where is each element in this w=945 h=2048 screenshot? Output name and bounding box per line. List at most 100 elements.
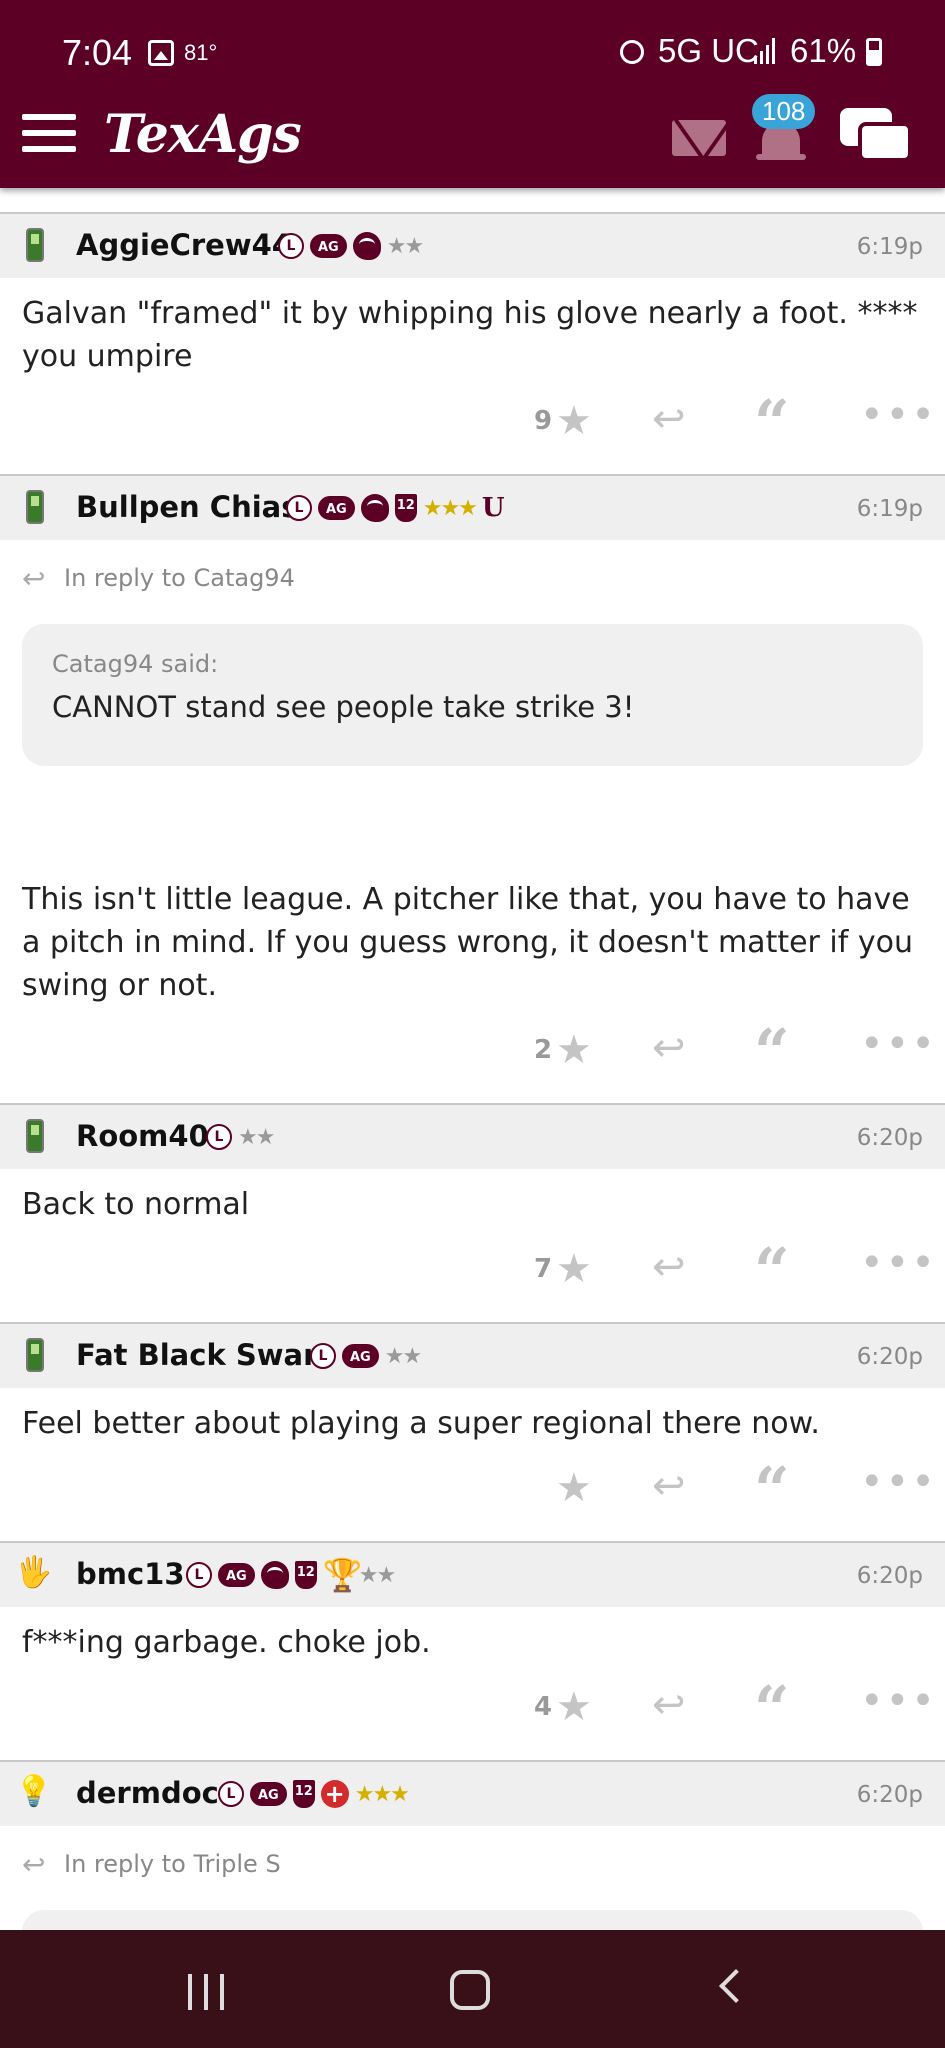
system-nav-bar xyxy=(0,1930,945,2048)
twelfth-man-badge: 12 xyxy=(292,1780,315,1808)
notification-badge[interactable]: 108 xyxy=(752,94,816,129)
more-icon[interactable]: ••• xyxy=(860,1459,937,1505)
quote-icon[interactable]: “ xyxy=(754,1453,790,1526)
ag-badge: AG xyxy=(218,1563,255,1587)
back-icon[interactable] xyxy=(719,1969,753,2003)
username[interactable]: Room40 xyxy=(76,1119,209,1153)
alarm-icon xyxy=(620,40,644,64)
post: Bullpen Chias L AG 12 ★★★ U 6:19p ↩ In r… xyxy=(0,474,945,1103)
reply-arrow-icon: ↩ xyxy=(22,562,46,595)
mail-icon[interactable] xyxy=(672,120,726,156)
quote-icon[interactable]: “ xyxy=(754,1015,790,1088)
rank-stars: ★★ xyxy=(238,1124,275,1150)
post-body: This isn't little league. A pitcher like… xyxy=(22,882,913,1003)
menu-icon[interactable] xyxy=(22,114,76,154)
star-icon[interactable]: ★ xyxy=(556,1027,592,1073)
twelfth-man-badge: 12 xyxy=(294,1561,317,1589)
more-icon[interactable]: ••• xyxy=(860,1678,937,1724)
star-icon[interactable]: ★ xyxy=(556,1465,592,1511)
site-logo[interactable]: TexAgs xyxy=(104,104,302,165)
reply-icon[interactable]: ↩ xyxy=(652,1463,686,1509)
reply-to-link[interactable]: ↩ In reply to Triple S xyxy=(0,1826,945,1900)
lightbulb-icon: 💡 xyxy=(15,1774,53,1809)
mobile-device-icon xyxy=(26,1338,44,1372)
quote-text: CANNOT stand see people take strike 3! xyxy=(52,690,635,724)
more-icon[interactable]: ••• xyxy=(860,1240,937,1286)
reply-to-text[interactable]: In reply to Catag94 xyxy=(64,564,295,592)
star-icon[interactable]: ★ xyxy=(556,398,592,444)
more-icon[interactable]: ••• xyxy=(860,1021,937,1067)
post-feed[interactable]: AggieCrew44 L AG ★★ 6:19p Galvan "framed… xyxy=(0,212,945,1930)
post-actions: ★ ↩ “ ••• xyxy=(0,1445,945,1541)
username[interactable]: dermdoc xyxy=(76,1776,219,1810)
l-badge: L xyxy=(286,495,312,521)
reply-to-text[interactable]: In reply to Triple S xyxy=(64,1850,281,1878)
post-body: Back to normal xyxy=(22,1187,250,1222)
quoted-post: Catag94 said: CANNOT stand see people ta… xyxy=(22,624,923,766)
reply-icon[interactable]: ↩ xyxy=(652,1682,686,1728)
post-header: Room40 L ★★ 6:20p xyxy=(0,1105,945,1169)
ag-badge: AG xyxy=(318,496,355,520)
post-body: Feel better about playing a super region… xyxy=(22,1406,820,1441)
battery-icon xyxy=(866,38,882,66)
more-icon[interactable]: ••• xyxy=(860,392,937,438)
post-header: Bullpen Chias L AG 12 ★★★ U 6:19p xyxy=(0,476,945,540)
username[interactable]: Bullpen Chias xyxy=(76,490,299,524)
post-header: 💡 dermdoc L AG 12 + ★★★ 6:20p xyxy=(0,1762,945,1826)
quoted-post xyxy=(22,1910,923,1930)
user-badges: L AG ★★ xyxy=(310,1340,422,1372)
mobile-device-icon xyxy=(26,490,44,524)
status-battery: 61% xyxy=(790,32,857,69)
post-time: 6:20p xyxy=(856,1344,923,1370)
ag-badge: AG xyxy=(310,234,347,258)
username[interactable]: AggieCrew44 xyxy=(76,228,292,262)
user-badges: L AG 12 🏆 ★★ xyxy=(186,1557,396,1593)
user-badges: L ★★ xyxy=(206,1121,275,1153)
user-badges: L AG 12 ★★★ U xyxy=(286,492,505,524)
star-icon[interactable]: ★ xyxy=(556,1246,592,1292)
reply-to-link[interactable]: ↩ In reply to Catag94 xyxy=(0,540,945,614)
post: 💡 dermdoc L AG 12 + ★★★ 6:20p ↩ In reply… xyxy=(0,1760,945,1930)
helmet-badge-icon xyxy=(360,494,389,522)
rank-stars: ★★★ xyxy=(354,1781,410,1807)
recent-apps-icon[interactable] xyxy=(188,1974,228,2010)
user-avatar-icon: 🖐 xyxy=(15,1555,53,1590)
l-badge: L xyxy=(278,233,304,259)
quote-icon[interactable]: “ xyxy=(754,1234,790,1307)
post-time: 6:19p xyxy=(856,234,923,260)
quote-icon[interactable]: “ xyxy=(754,1672,790,1745)
l-badge: L xyxy=(206,1124,232,1150)
reply-icon[interactable]: ↩ xyxy=(652,396,686,442)
quote-icon[interactable]: “ xyxy=(754,386,790,459)
username[interactable]: bmc13 xyxy=(76,1557,185,1591)
post: 🖐 bmc13 L AG 12 🏆 ★★ 6:20p f***ing garba… xyxy=(0,1541,945,1760)
app-top-bar: 7:04 81° 5G UC 61% TexAgs 108 xyxy=(0,0,945,188)
reply-icon[interactable]: ↩ xyxy=(652,1244,686,1290)
mobile-device-icon xyxy=(26,1119,44,1153)
rank-stars: ★★ xyxy=(386,233,424,259)
helmet-badge-icon xyxy=(260,1561,289,1589)
post-body: f***ing garbage. choke job. xyxy=(22,1625,431,1660)
rank-stars: ★★ xyxy=(358,1562,396,1588)
home-icon[interactable] xyxy=(450,1970,490,2010)
post-header: Fat Black Swan L AG ★★ 6:20p xyxy=(0,1324,945,1388)
chat-icon[interactable] xyxy=(840,108,914,170)
username[interactable]: Fat Black Swan xyxy=(76,1338,324,1372)
rank-stars: ★★★ xyxy=(422,495,478,521)
post-actions: 2 ★ ↩ “ ••• xyxy=(0,1007,945,1103)
mobile-device-icon xyxy=(26,228,44,262)
post-header: AggieCrew44 L AG ★★ 6:19p xyxy=(0,214,945,278)
post-time: 6:19p xyxy=(856,496,923,522)
star-count: 2 xyxy=(534,1035,553,1065)
post-time: 6:20p xyxy=(856,1125,923,1151)
post-time: 6:20p xyxy=(856,1563,923,1589)
star-count: 9 xyxy=(534,406,553,436)
user-badges: L AG ★★ xyxy=(278,230,424,262)
rank-stars: ★★ xyxy=(384,1343,422,1369)
quote-author: Catag94 said: xyxy=(52,650,219,678)
status-temperature: 81° xyxy=(184,40,218,65)
reply-icon[interactable]: ↩ xyxy=(652,1025,686,1071)
u-badge: U xyxy=(481,493,505,523)
star-icon[interactable]: ★ xyxy=(556,1684,592,1730)
post-body: Galvan "framed" it by whipping his glove… xyxy=(22,296,918,374)
